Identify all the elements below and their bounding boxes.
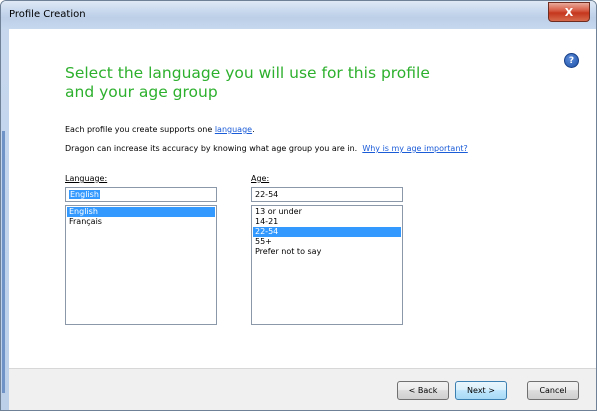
page-title-line2: and your age group xyxy=(65,83,218,101)
button-bar: < Back Next > Cancel xyxy=(9,368,596,410)
age-listbox[interactable]: 13 or under 14-21 22-54 55+ Prefer not to sa… xyxy=(251,205,403,325)
age-label-text: Age: xyxy=(251,174,270,183)
why-age-important-link[interactable]: Why is my age important? xyxy=(362,144,467,153)
language-option[interactable]: Français xyxy=(67,217,215,227)
dialog-content: ? Select the language you will use for t… xyxy=(9,29,596,410)
back-button[interactable]: < Back xyxy=(397,381,449,400)
language-link[interactable]: language xyxy=(215,125,252,134)
language-info-prefix: Each profile you create supports one xyxy=(65,125,215,134)
language-info-text: Each profile you create supports one lan… xyxy=(65,125,255,134)
language-option[interactable]: English xyxy=(67,207,215,217)
age-option[interactable]: 14-21 xyxy=(253,217,401,227)
title-bar[interactable]: Profile Creation X xyxy=(1,1,596,29)
language-label: Language: xyxy=(65,174,107,183)
next-button[interactable]: Next > xyxy=(455,381,507,400)
age-info-text: Dragon can increase its accuracy by know… xyxy=(65,144,468,153)
page-title: Select the language you will use for thi… xyxy=(65,64,485,102)
language-input-value: English xyxy=(69,190,100,199)
cancel-button[interactable]: Cancel xyxy=(527,381,579,400)
age-input[interactable]: 22-54 xyxy=(251,187,403,202)
language-listbox[interactable]: English Français xyxy=(65,205,217,325)
age-option[interactable]: 22-54 xyxy=(253,227,401,237)
language-label-text: Language: xyxy=(65,174,108,183)
close-button[interactable]: X xyxy=(548,2,590,22)
window-left-frame xyxy=(1,29,9,410)
language-info-suffix: . xyxy=(252,125,255,134)
window-title: Profile Creation xyxy=(9,9,86,20)
profile-creation-window: Profile Creation X ? Select the language… xyxy=(0,0,597,411)
age-option[interactable]: 13 or under xyxy=(253,207,401,217)
page-title-line1: Select the language you will use for thi… xyxy=(65,64,430,82)
help-icon[interactable]: ? xyxy=(564,53,579,68)
left-frame-accent xyxy=(2,131,5,393)
age-input-value: 22-54 xyxy=(255,190,279,199)
age-option[interactable]: Prefer not to say xyxy=(253,247,401,257)
close-icon: X xyxy=(564,5,574,19)
age-option[interactable]: 55+ xyxy=(253,237,401,247)
language-input[interactable]: English xyxy=(65,187,217,202)
age-label: Age: xyxy=(251,174,269,183)
age-info-body: Dragon can increase its accuracy by know… xyxy=(65,144,358,153)
